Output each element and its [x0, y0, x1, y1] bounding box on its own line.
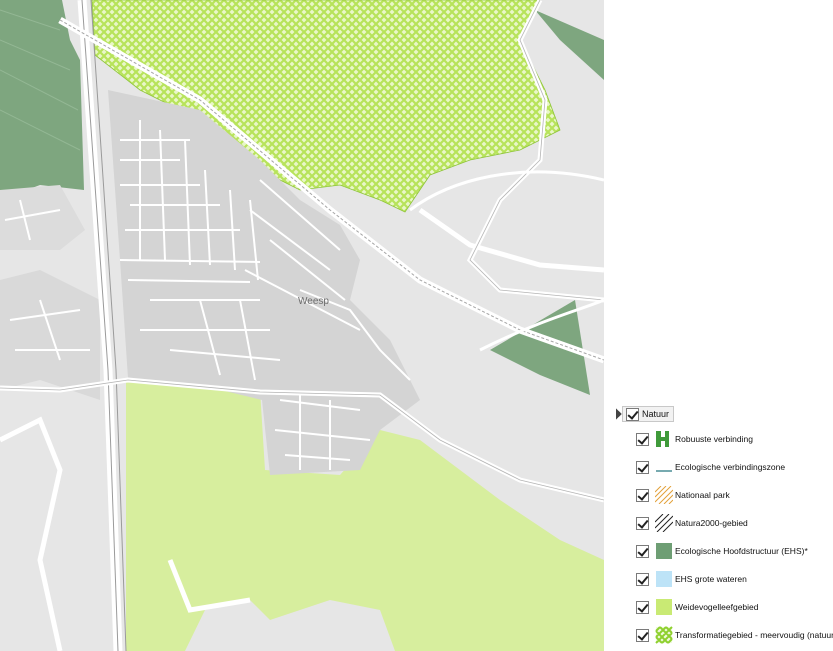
- legend-item-checkbox[interactable]: [636, 628, 649, 642]
- legend-item-checkbox[interactable]: [636, 460, 649, 474]
- legend-item-checkbox[interactable]: [636, 488, 649, 502]
- legend-item-label: Natura2000-gebied: [675, 518, 748, 528]
- legend-item-label: Ecologische verbindingszone: [675, 462, 786, 472]
- legend-item-weidevogelleefgebied[interactable]: Weidevogelleefgebied: [636, 598, 759, 616]
- legend-group-natuur[interactable]: Natuur: [610, 404, 675, 424]
- legend-item-ehs-grote-wateren[interactable]: EHS grote wateren: [636, 570, 747, 588]
- legend-item-transformatiegebied[interactable]: Transformatiegebied - meervoudig (natuur…: [636, 626, 833, 644]
- map-svg: Weesp: [0, 0, 604, 651]
- line-icon: [655, 458, 673, 476]
- legend-item-label: EHS grote wateren: [675, 574, 747, 584]
- black-hatch-icon: [654, 513, 674, 533]
- robuust-icon: [655, 430, 673, 448]
- legend-item-label: Transformatiegebied - meervoudig (natuur…: [675, 630, 833, 640]
- legend-item-checkbox[interactable]: [636, 544, 649, 558]
- legend-group-box[interactable]: Natuur: [622, 406, 675, 422]
- legend-item-label: Robuuste verbinding: [675, 434, 753, 444]
- legend-item-robuuste-verbinding[interactable]: Robuuste verbinding: [636, 430, 753, 448]
- legend-item-checkbox[interactable]: [636, 572, 649, 586]
- legend-item-checkbox[interactable]: [636, 600, 649, 614]
- orange-hatch-icon: [654, 485, 674, 505]
- legend-panel: Natuur Robuuste verbinding Ecologische v…: [604, 0, 833, 651]
- legend-item-checkbox[interactable]: [636, 516, 649, 530]
- legend-item-ecologische-verbindingszone[interactable]: Ecologische verbindingszone: [636, 458, 785, 476]
- legend-item-nationaal-park[interactable]: Nationaal park: [636, 485, 730, 505]
- legend-item-checkbox[interactable]: [636, 432, 649, 446]
- legend-item-ehs[interactable]: Ecologische Hoofdstructuur (EHS)*: [636, 542, 808, 560]
- map-canvas[interactable]: Weesp: [0, 0, 604, 651]
- town-label: Weesp: [298, 296, 329, 307]
- lightgreen-square-icon: [655, 598, 673, 616]
- legend-item-label: Weidevogelleefgebied: [675, 602, 759, 612]
- group-checkbox[interactable]: [626, 407, 639, 421]
- green-square-icon: [655, 542, 673, 560]
- collapse-triangle-icon[interactable]: [610, 408, 622, 420]
- legend-item-natura2000[interactable]: Natura2000-gebied: [636, 513, 748, 533]
- legend-item-label: Ecologische Hoofdstructuur (EHS)*: [675, 546, 808, 556]
- legend-item-label: Nationaal park: [675, 490, 730, 500]
- lightblue-square-icon: [655, 570, 673, 588]
- legend-group-label: Natuur: [642, 409, 670, 419]
- crosshatch-green-icon: [655, 626, 673, 644]
